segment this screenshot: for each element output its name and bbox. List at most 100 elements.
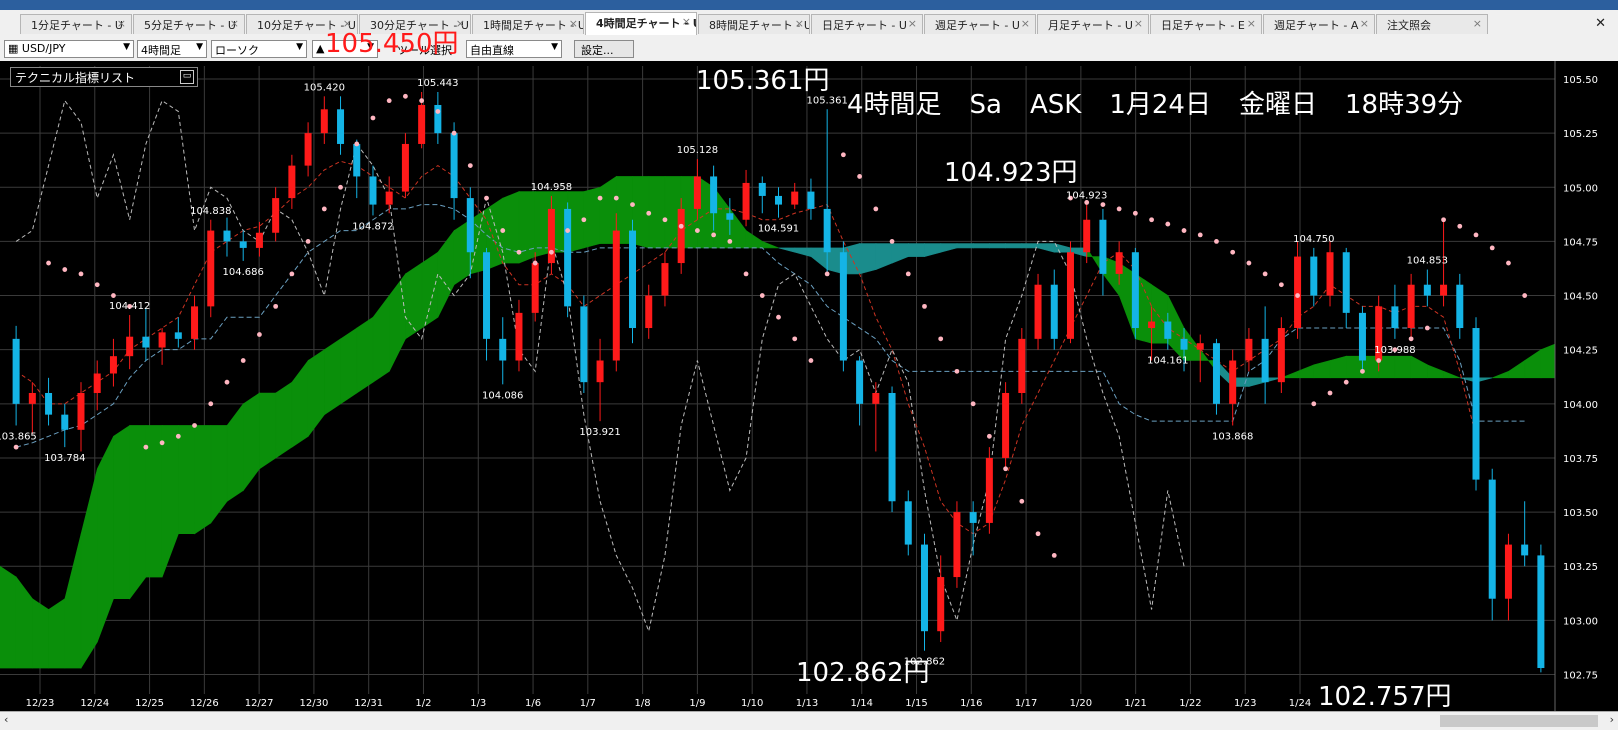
tab-monthly-chart[interactable]: 月足チャート - U × xyxy=(1037,14,1149,34)
header-time: 18時39分 xyxy=(1344,90,1464,120)
candle-down xyxy=(969,512,977,523)
date-tick-label: 1/3 xyxy=(470,698,486,709)
date-tick-label: 1/7 xyxy=(580,698,596,709)
scroll-right-icon[interactable]: › xyxy=(1610,713,1614,726)
candle-down xyxy=(580,306,588,383)
tab-order-inquiry[interactable]: 注文照会 × xyxy=(1376,14,1488,34)
currency-pair-select[interactable]: ▦ USD/JPY ▼ xyxy=(4,40,134,58)
psar-dot xyxy=(111,293,116,298)
date-tick-label: 1/15 xyxy=(905,698,927,709)
horizontal-scrollbar[interactable]: ‹ › xyxy=(0,711,1618,730)
settings-button[interactable]: 設定... xyxy=(574,40,634,58)
psar-dot xyxy=(1149,217,1154,223)
psar-dot xyxy=(1100,202,1106,207)
close-icon[interactable]: × xyxy=(1247,17,1256,30)
candle-down xyxy=(337,109,345,144)
candlestick-chart[interactable]: 103.865 103.784 104.412 104.838 104.686 105.4… xyxy=(0,61,1618,711)
tab-daily-chart-e[interactable]: 日足チャート - E × xyxy=(1150,14,1262,34)
tab-weekly-chart[interactable]: 週足チャート - U × xyxy=(924,14,1036,34)
tab-8hour-chart[interactable]: 8時間足チャート - U × xyxy=(698,14,810,34)
cursor-icon: ▲ xyxy=(316,42,325,55)
tab-5min-chart[interactable]: 5分足チャート - U × xyxy=(133,14,245,34)
price-label: 104.161 xyxy=(1147,356,1188,367)
price-label: 104.086 xyxy=(482,390,523,401)
psar-dot xyxy=(1003,466,1008,472)
psar-dot xyxy=(922,303,927,309)
tab-bar-edge xyxy=(0,0,1618,10)
candle-down xyxy=(1488,479,1496,599)
psar-dot xyxy=(1165,221,1171,227)
candle-down xyxy=(1180,338,1188,350)
timeframe-select[interactable]: 4時間足 ▼ xyxy=(137,40,207,58)
date-tick-label: 12/30 xyxy=(299,698,328,709)
tab-weekly-chart-a[interactable]: 週足チャート - A × xyxy=(1263,14,1375,34)
close-icon[interactable]: × xyxy=(1360,17,1369,30)
candle-down xyxy=(856,360,864,404)
close-icon[interactable]: × xyxy=(682,15,691,28)
scroll-left-icon[interactable]: ‹ xyxy=(4,713,8,726)
line-tool-select[interactable]: 自由直線 ▼ xyxy=(466,40,562,58)
tab-4hour-chart[interactable]: 4時間足チャート - U × xyxy=(585,12,697,35)
cloud-segment xyxy=(324,338,341,416)
tab-daily-chart[interactable]: 日足チャート - U × xyxy=(811,14,923,34)
psar-dot xyxy=(646,210,652,216)
candle-down xyxy=(466,198,474,253)
price-label: 104.750 xyxy=(1293,234,1334,245)
minimize-icon[interactable]: ▭ xyxy=(180,70,194,84)
price-label: 103.865 xyxy=(0,431,37,442)
close-icon[interactable]: × xyxy=(1134,17,1143,30)
price-label: 104.591 xyxy=(758,224,799,235)
cloud-segment xyxy=(0,565,17,669)
chart-type-select[interactable]: ローソク ▼ xyxy=(211,40,307,58)
candle-down xyxy=(1391,306,1399,329)
tab-label: 週足チャート - A xyxy=(1274,19,1359,32)
candle-up xyxy=(255,232,263,248)
candle-down xyxy=(12,338,20,404)
psar-dot xyxy=(857,174,863,179)
price-tick-label: 103.25 xyxy=(1563,562,1598,573)
cloud-segment xyxy=(356,316,374,394)
price-label: 103.988 xyxy=(1374,345,1415,356)
candle-down xyxy=(239,241,247,248)
candle-down xyxy=(1472,328,1480,480)
close-icon[interactable]: × xyxy=(569,17,578,30)
psar-dot xyxy=(1408,336,1414,342)
candle-up xyxy=(207,230,215,307)
candle-down xyxy=(142,336,150,348)
candle-up xyxy=(645,295,653,329)
tab-1hour-chart[interactable]: 1時間足チャート - U × xyxy=(472,14,584,34)
psar-dot xyxy=(954,368,960,374)
close-window-icon[interactable]: ✕ xyxy=(1595,16,1606,31)
psar-dot xyxy=(938,336,944,342)
psar-dot xyxy=(208,401,214,407)
close-icon[interactable]: × xyxy=(795,17,804,30)
candle-up xyxy=(158,332,166,348)
psar-dot xyxy=(321,206,327,212)
technical-indicator-panel[interactable]: テクニカル指標リスト ▭ xyxy=(10,67,198,87)
chart-toolbar: ▦ USD/JPY ▼ 4時間足 ▼ ローソク ▼ ▲ ▼ ツール選択 自由直線 ▼ 設定… xyxy=(0,37,1618,62)
price-label: 105.420 xyxy=(304,82,345,93)
psar-dot xyxy=(78,271,84,277)
close-icon[interactable]: × xyxy=(1473,17,1482,30)
cloud-segment xyxy=(113,424,131,600)
psar-dot xyxy=(1376,358,1382,363)
close-icon[interactable]: × xyxy=(908,17,917,30)
close-icon[interactable]: × xyxy=(230,17,239,30)
scrollbar-thumb[interactable] xyxy=(1440,715,1598,727)
candle-up xyxy=(1083,219,1091,253)
psar-dot xyxy=(1327,390,1333,396)
psar-dot xyxy=(549,249,554,255)
candle-down xyxy=(499,338,507,361)
cloud-segment xyxy=(194,425,212,535)
price-label: 104.872 xyxy=(352,221,393,232)
psar-dot xyxy=(905,271,911,277)
tab-1min-chart[interactable]: 1分足チャート - U × xyxy=(20,14,132,34)
close-icon[interactable]: × xyxy=(117,17,126,30)
last-price-annotation: 102.757円 xyxy=(1318,682,1452,712)
psar-dot xyxy=(1441,217,1446,223)
date-tick-label: 1/20 xyxy=(1070,698,1092,709)
close-icon[interactable]: × xyxy=(1021,17,1030,30)
candle-up xyxy=(77,392,85,430)
candle-up xyxy=(791,191,799,205)
candle-down xyxy=(174,332,182,339)
